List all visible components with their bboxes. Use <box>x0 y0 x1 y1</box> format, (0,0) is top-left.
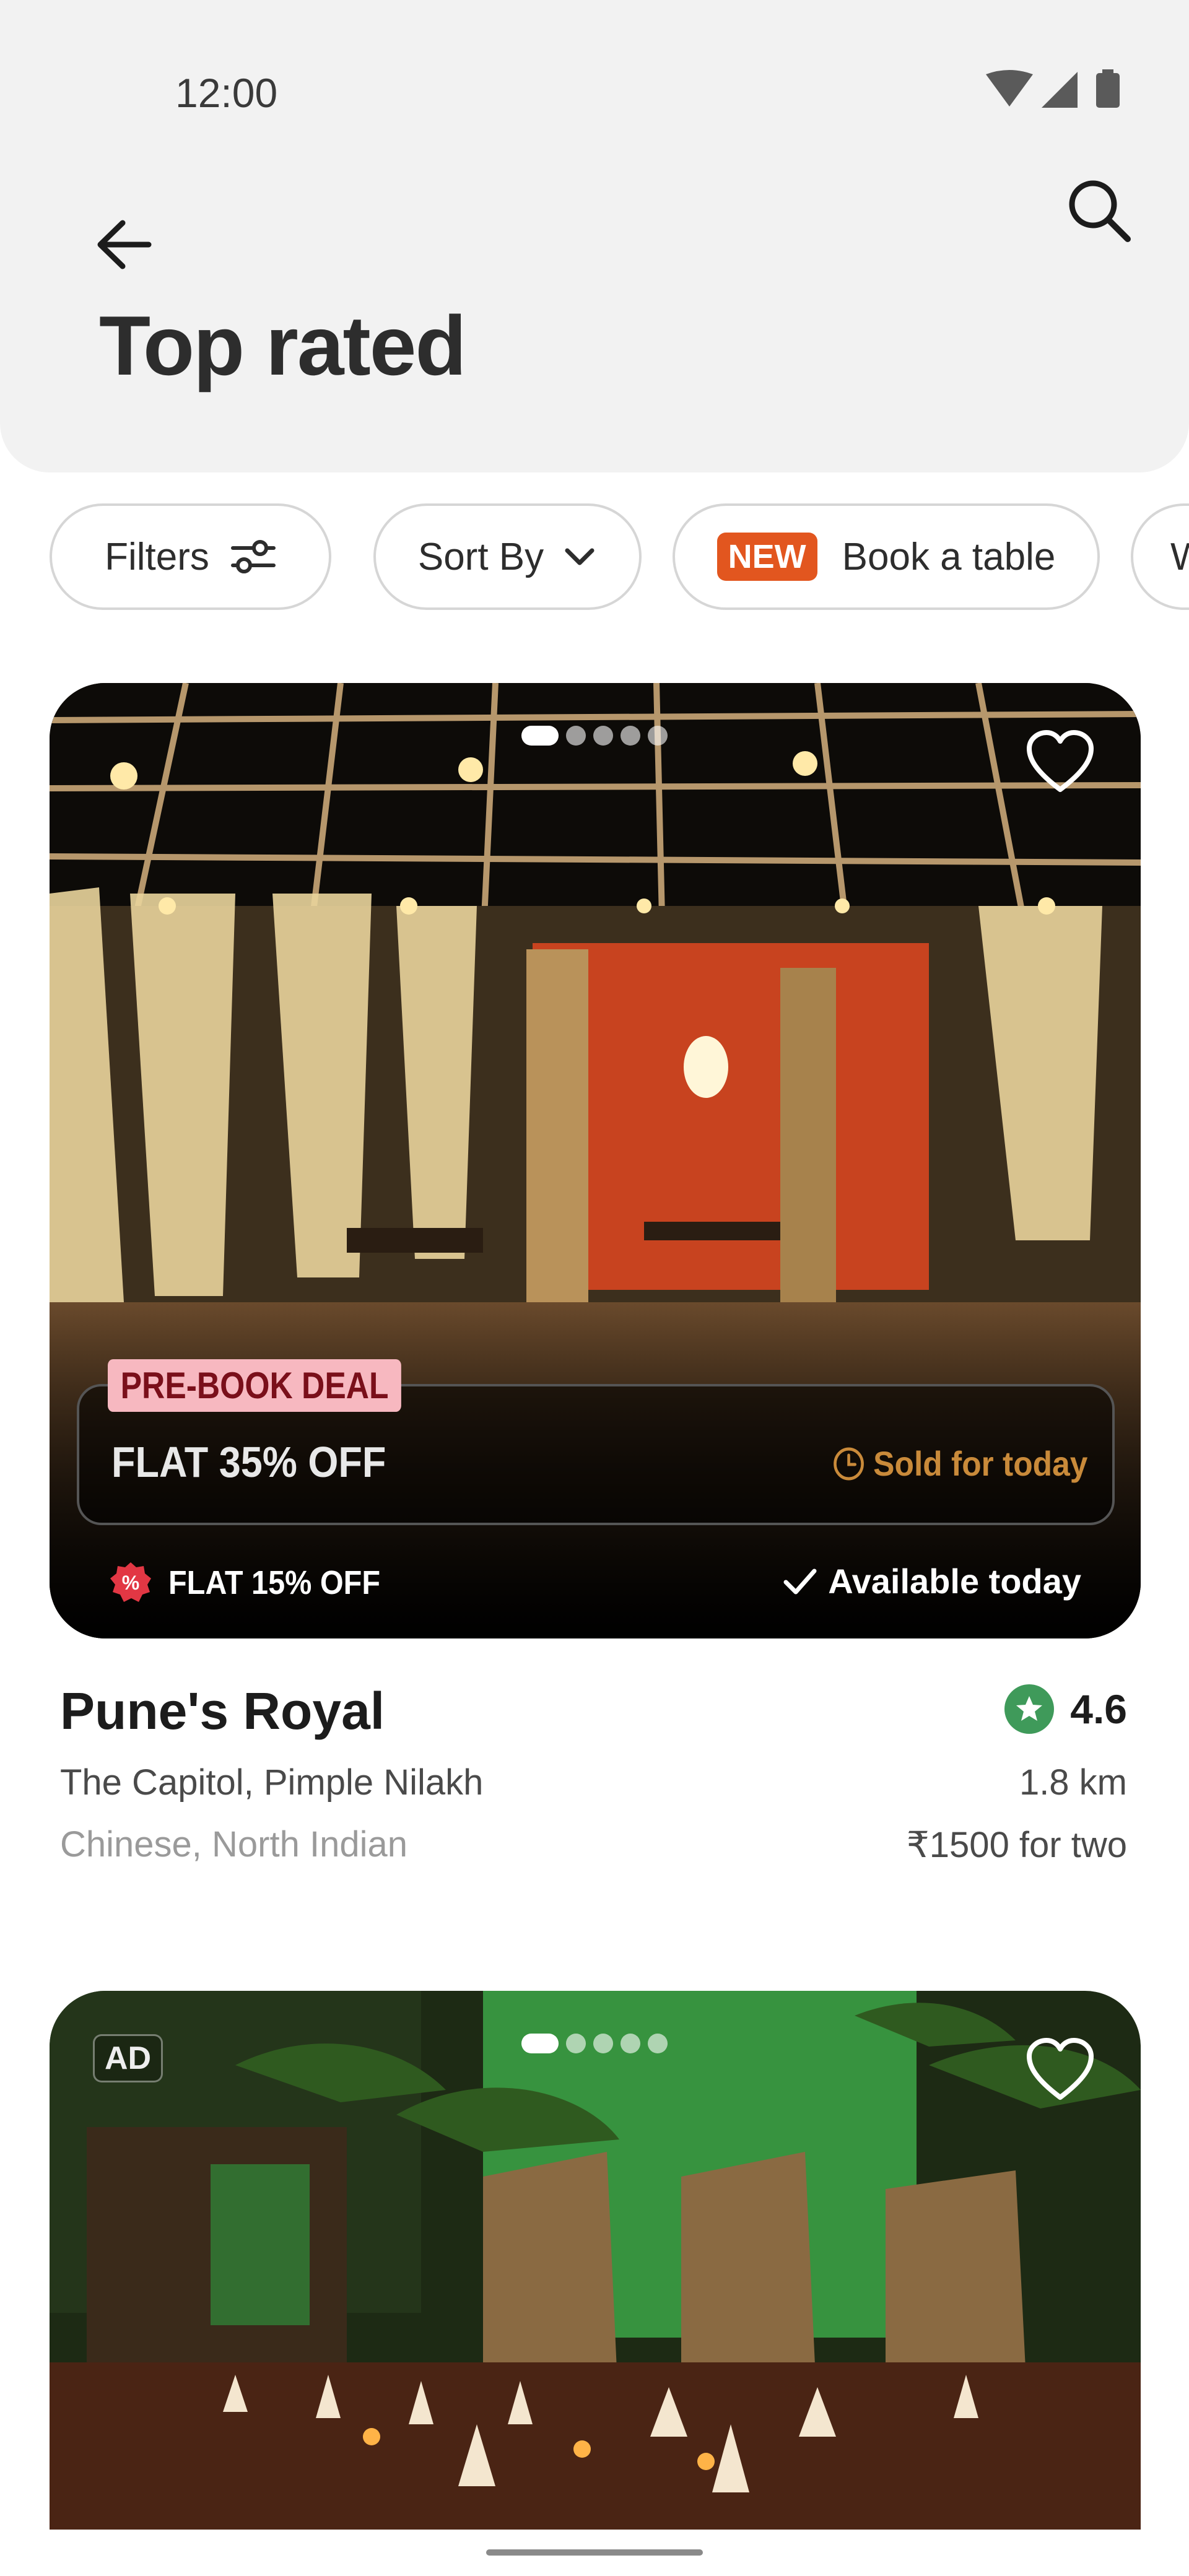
restaurant-cuisine: Chinese, North Indian <box>60 1824 407 1865</box>
sliders-icon <box>230 540 276 573</box>
carousel-dot <box>621 2034 640 2053</box>
filters-label: Filters <box>105 535 209 578</box>
carousel-dot <box>593 726 613 746</box>
ad-badge: AD <box>93 2034 163 2082</box>
carousel-indicator <box>521 726 675 746</box>
app-header: 12:00 Top rated <box>0 0 1189 472</box>
deal-status: Sold for today <box>832 1443 1087 1484</box>
restaurant-rating: 4.6 <box>1004 1684 1127 1734</box>
book-table-label: Book a table <box>842 535 1056 578</box>
sort-by-label: Sort By <box>417 535 544 578</box>
star-icon <box>1004 1684 1055 1734</box>
carousel-dot <box>593 2034 613 2053</box>
wifi-icon <box>986 70 1033 107</box>
partial-chip-label: W <box>1170 535 1189 578</box>
search-icon[interactable] <box>1056 167 1143 254</box>
battery-icon <box>1096 73 1120 108</box>
home-gesture-handle[interactable] <box>486 2549 703 2556</box>
restaurant-location: The Capitol, Pimple Nilakh <box>60 1762 484 1803</box>
back-arrow-icon[interactable] <box>87 204 167 285</box>
carousel-dot <box>521 726 559 746</box>
rating-value: 4.6 <box>1070 1686 1127 1732</box>
heart-icon[interactable] <box>1023 2034 1097 2108</box>
prebook-deal-tag: PRE-BOOK DEAL <box>108 1359 402 1412</box>
restaurant-name[interactable]: Pune's Royal <box>60 1681 385 1741</box>
restaurant-photo <box>50 1991 1141 2530</box>
svg-text:%: % <box>122 1572 139 1594</box>
carousel-dot <box>566 2034 586 2053</box>
heart-icon[interactable] <box>1023 726 1097 801</box>
filter-chips: Filters Sort By NEW Book a table W <box>0 503 1189 615</box>
carousel-dot <box>566 726 586 746</box>
check-icon <box>783 1569 817 1594</box>
offer-row: % FLAT 15% OFF <box>109 1561 404 1604</box>
status-icons <box>986 69 1120 108</box>
filters-chip[interactable]: Filters <box>50 503 331 610</box>
restaurant-price: ₹1500 for two <box>906 1825 1127 1865</box>
status-time: 12:00 <box>175 70 278 116</box>
prebook-deal-box[interactable]: PRE-BOOK DEAL FLAT 35% OFF Sold for toda… <box>77 1359 1115 1525</box>
discount-badge-icon: % <box>110 1562 151 1602</box>
carousel-dot <box>648 726 668 746</box>
carousel-indicator <box>521 2034 675 2053</box>
new-badge: NEW <box>716 533 817 581</box>
signal-icon <box>1042 72 1078 108</box>
book-table-chip[interactable]: NEW Book a table <box>673 503 1100 610</box>
restaurant-image-carousel[interactable]: AD <box>50 1991 1141 2530</box>
offer-text: FLAT 15% OFF <box>168 1564 381 1601</box>
clock-icon <box>833 1447 864 1480</box>
deal-status-text: Sold for today <box>873 1444 1087 1483</box>
availability-text: Available today <box>828 1562 1081 1601</box>
sort-by-chip[interactable]: Sort By <box>373 503 642 610</box>
carousel-dot <box>648 2034 668 2053</box>
deal-discount: FLAT 35% OFF <box>111 1438 386 1486</box>
chevron-down-icon <box>565 548 594 565</box>
availability: Available today <box>783 1561 1081 1601</box>
carousel-dot <box>621 726 640 746</box>
restaurant-image-carousel[interactable]: PRE-BOOK DEAL FLAT 35% OFF Sold for toda… <box>50 683 1141 1638</box>
page-title: Top rated <box>99 298 466 393</box>
partial-chip[interactable]: W <box>1131 503 1189 610</box>
carousel-dot <box>521 2034 559 2053</box>
restaurant-distance: 1.8 km <box>1019 1762 1127 1803</box>
